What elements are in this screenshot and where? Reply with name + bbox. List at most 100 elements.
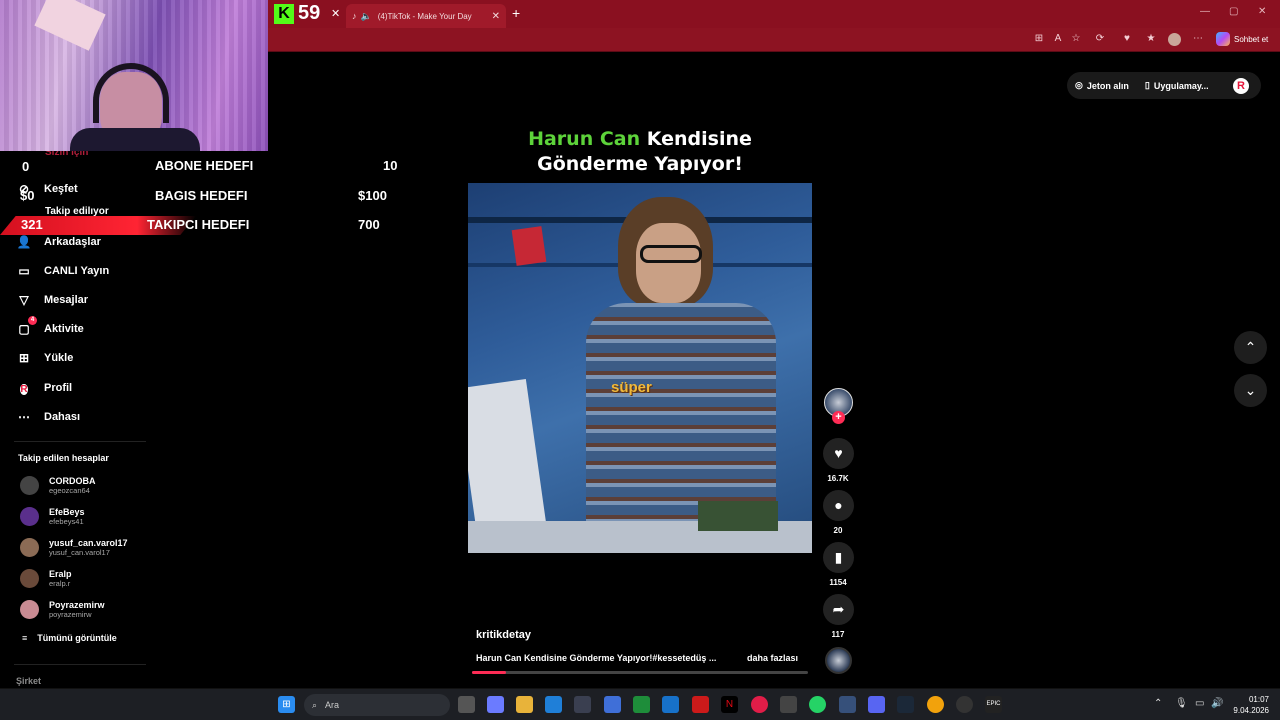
account-username: egeozcan64 xyxy=(49,486,90,495)
next-video-button[interactable]: ⌄ xyxy=(1234,374,1267,407)
like-button[interactable]: ♥ xyxy=(823,438,854,469)
volume-icon[interactable]: 🔊 xyxy=(1211,698,1223,709)
kick-counter: 59 xyxy=(298,2,321,24)
media-player-icon[interactable] xyxy=(751,696,768,713)
tab-close-icon[interactable]: ✕ xyxy=(331,7,340,20)
sidebar-item-live[interactable]: ▭ CANLI Yayın xyxy=(16,263,109,279)
favorites-icon[interactable]: ★ xyxy=(1145,33,1157,45)
reader-icon[interactable]: A xyxy=(1052,33,1064,45)
follow-plus-icon[interactable]: + xyxy=(832,411,845,424)
account-username: eralp.r xyxy=(49,579,71,588)
tab-tiktok[interactable]: ♪ 🔈 (4)TikTok - Make Your Day ✕ xyxy=(346,4,506,28)
search-label: Ara xyxy=(325,700,340,710)
divider xyxy=(14,441,146,442)
avatar xyxy=(20,538,39,557)
previous-video-button[interactable]: ⌃ xyxy=(1234,331,1267,364)
copilot-icon xyxy=(1216,32,1230,46)
following-heading: Takip edilen hesaplar xyxy=(18,453,109,463)
app-icon[interactable] xyxy=(839,696,856,713)
close-tab-icon[interactable]: ✕ xyxy=(492,11,500,22)
chevron-up-icon: ⌃ xyxy=(1244,339,1257,355)
video-progress[interactable] xyxy=(472,671,808,674)
epic-games-icon[interactable]: EPIC xyxy=(985,696,1002,713)
sidebar-item-following[interactable]: Takip edilıyor xyxy=(45,206,109,217)
network-icon[interactable]: ▭ xyxy=(1195,698,1204,709)
get-app-label: Uygulamay... xyxy=(1153,80,1209,91)
clock[interactable]: 01:07 9.04.2026 xyxy=(1231,694,1269,716)
browser-essentials-icon[interactable]: ♥ xyxy=(1121,33,1133,45)
heart-icon: ♥ xyxy=(834,445,843,461)
copilot-button[interactable]: Sohbet et xyxy=(1216,32,1268,46)
account-item[interactable]: yusuf_can.varol17 yusuf_can.varol17 xyxy=(20,538,128,557)
obs-icon[interactable] xyxy=(956,696,973,713)
profile-button[interactable]: R xyxy=(1233,77,1249,94)
see-all-button[interactable]: ≡ Tümünü görüntüle xyxy=(22,633,117,643)
get-coins-button[interactable]: ◎ Jeton alın xyxy=(1067,80,1137,91)
taskbar: ⊞ ⌕ Ara N EPIC ⌃ 🎙 ▭ 🔊 01:07 9.04.2026 xyxy=(0,688,1280,720)
account-name: Eralp xyxy=(49,569,72,579)
video-player[interactable]: süper xyxy=(468,183,812,553)
chevron-down-icon: ⌄ xyxy=(1244,382,1257,398)
favorite-star-icon[interactable]: ☆ xyxy=(1070,33,1082,45)
store-icon[interactable] xyxy=(574,696,591,713)
account-item[interactable]: Eralp eralp.r xyxy=(20,569,72,588)
music-disc[interactable] xyxy=(825,647,852,674)
share-icon: ➦ xyxy=(832,601,845,617)
task-view-icon[interactable] xyxy=(458,696,475,713)
search-icon: ⌕ xyxy=(312,699,318,710)
minimize-icon[interactable]: — xyxy=(1200,6,1210,17)
sidebar-item-more[interactable]: ⋯ Dahası xyxy=(16,409,80,425)
sidebar-item-messages[interactable]: ▽ Mesajlar xyxy=(16,292,88,308)
company-link[interactable]: Şirket xyxy=(16,676,41,686)
avatar xyxy=(20,600,39,619)
file-explorer-icon[interactable] xyxy=(516,696,533,713)
save-button[interactable]: ▮ xyxy=(823,542,854,573)
see-more-button[interactable]: daha fazlası xyxy=(747,653,798,663)
maximize-icon[interactable]: ▢ xyxy=(1229,6,1238,17)
video-author[interactable]: kritikdetay xyxy=(476,629,531,641)
video-title-overlay: Harun Can Kendisine Gönderme Yapıyor! xyxy=(468,127,812,177)
edge-icon[interactable] xyxy=(545,696,562,713)
account-name: CORDOBA xyxy=(49,476,96,486)
progress-fill xyxy=(472,671,506,674)
whatsapp-icon[interactable] xyxy=(809,696,826,713)
extensions-icon[interactable]: ⟳ xyxy=(1094,33,1106,45)
comment-count: 20 xyxy=(833,526,843,535)
netflix-icon[interactable]: N xyxy=(721,696,738,713)
get-app-button[interactable]: ▯ Uygulamay... xyxy=(1137,80,1217,91)
discord-icon[interactable] xyxy=(868,696,885,713)
app-icon[interactable] xyxy=(927,696,944,713)
account-item[interactable]: EfeBeys efebeys41 xyxy=(20,507,85,526)
goal-label: BAGIS HEDEFI xyxy=(155,188,248,203)
app-icon[interactable] xyxy=(780,696,797,713)
xbox-icon[interactable] xyxy=(633,696,650,713)
account-username: yusuf_can.varol17 xyxy=(49,548,110,557)
goal-current: $0 xyxy=(20,188,35,203)
translate-icon[interactable]: ⊞ xyxy=(1033,33,1045,45)
account-item[interactable]: Poyrazemirw poyrazemirw xyxy=(20,600,105,619)
microphone-icon[interactable]: 🎙 xyxy=(1175,698,1188,709)
sidebar-item-upload[interactable]: ⊞ Yükle xyxy=(16,350,73,366)
more-options-icon[interactable]: ⋯ xyxy=(1192,33,1204,45)
sidebar-item-friends[interactable]: 👤 Arkadaşlar xyxy=(16,234,101,250)
profile-avatar[interactable] xyxy=(1168,33,1181,46)
tray-chevron-icon[interactable]: ⌃ xyxy=(1154,698,1162,709)
sidebar-item-label: Aktivite xyxy=(44,323,84,335)
whiteboard-icon[interactable] xyxy=(604,696,621,713)
steam-icon[interactable] xyxy=(897,696,914,713)
close-window-icon[interactable]: ✕ xyxy=(1258,6,1266,17)
speaker-icon[interactable]: 🔈 xyxy=(361,11,372,22)
share-button[interactable]: ➦ xyxy=(823,594,854,625)
comment-button[interactable]: ● xyxy=(823,490,854,521)
taskbar-search[interactable]: ⌕ Ara xyxy=(304,694,450,716)
sidebar-item-activity[interactable]: ▢ 4 Aktivite xyxy=(16,316,84,337)
windows-start-icon[interactable]: ⊞ xyxy=(278,696,295,713)
account-item[interactable]: CORDOBA egeozcan64 xyxy=(20,476,96,495)
outlook-icon[interactable] xyxy=(662,696,679,713)
youtube-icon[interactable] xyxy=(692,696,709,713)
copilot-label: Sohbet et xyxy=(1234,34,1269,44)
sidebar-item-label: Yükle xyxy=(44,352,74,364)
new-tab-button[interactable]: + xyxy=(512,5,520,21)
sidebar-item-profile[interactable]: R Profil xyxy=(16,380,72,396)
copilot-app-icon[interactable] xyxy=(487,696,504,713)
